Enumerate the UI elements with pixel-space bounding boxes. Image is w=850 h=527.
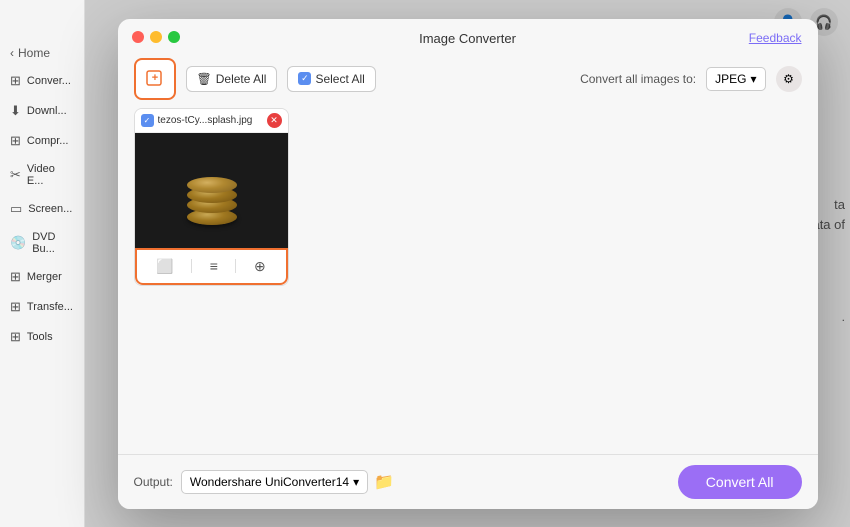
open-folder-button[interactable]: 📁 xyxy=(374,472,394,492)
sidebar-label: DVD Bu... xyxy=(32,231,74,255)
content-area: ✓ tezos-tCy...splash.jpg ✕ xyxy=(118,108,818,454)
sidebar-label: Conver... xyxy=(27,75,71,87)
tool-divider-1 xyxy=(191,259,192,273)
sidebar-item-merger[interactable]: ⊞ Merger xyxy=(0,262,84,292)
tool-divider-2 xyxy=(235,259,236,273)
sidebar-item-video-edit[interactable]: ✂ Video E... xyxy=(0,156,84,194)
main-area: tandata of . 👤 🎧 Image Converter Feedbac… xyxy=(85,0,850,527)
chevron-down-icon: ▾ xyxy=(750,72,756,86)
scissors-icon: ✂ xyxy=(10,167,21,183)
image-tools: ⬜ ≡ ⊕ xyxy=(135,248,288,285)
download-icon: ⬇ xyxy=(10,103,21,119)
feedback-link[interactable]: Feedback xyxy=(749,31,802,45)
toolbar: + 🗑 Delete All ✓ Select All Convert all … xyxy=(118,54,818,108)
sidebar-home-label: Home xyxy=(18,46,50,60)
sidebar-item-transfer[interactable]: ⊞ Transfe... xyxy=(0,292,84,322)
output-path-value: Wondershare UniConverter14 xyxy=(190,475,349,489)
select-all-checkbox: ✓ xyxy=(298,72,311,85)
transfer-icon: ⊞ xyxy=(10,299,21,315)
sidebar-item-converter[interactable]: ⊞ Conver... xyxy=(0,66,84,96)
settings-icon: ⚙ xyxy=(783,72,794,86)
convert-all-button[interactable]: Convert All xyxy=(678,465,802,499)
coin-stack-image xyxy=(185,155,240,225)
sidebar-label: Compr... xyxy=(27,135,69,147)
image-checkbox[interactable]: ✓ xyxy=(141,114,154,127)
sidebar-label: Tools xyxy=(27,331,53,343)
trash-icon: 🗑 xyxy=(197,72,212,86)
output-label: Output: xyxy=(134,475,173,489)
remove-image-button[interactable]: ✕ xyxy=(267,113,282,128)
sidebar-item-download[interactable]: ⬇ Downl... xyxy=(0,96,84,126)
select-all-button[interactable]: ✓ Select All xyxy=(287,66,375,92)
close-button[interactable] xyxy=(132,31,144,43)
title-bar: Image Converter Feedback xyxy=(118,19,818,54)
select-all-label: Select All xyxy=(315,72,364,86)
converter-icon: ⊞ xyxy=(10,73,21,89)
sidebar-item-dvd[interactable]: 💿 DVD Bu... xyxy=(0,224,84,262)
convert-to-label: Convert all images to: xyxy=(580,72,696,86)
sidebar-label: Merger xyxy=(27,271,62,283)
image-card-header: ✓ tezos-tCy...splash.jpg ✕ xyxy=(135,109,288,133)
modal-title: Image Converter xyxy=(419,31,516,46)
delete-all-label: Delete All xyxy=(216,72,267,86)
zoom-tool-icon[interactable]: ⊕ xyxy=(248,256,272,277)
delete-all-button[interactable]: 🗑 Delete All xyxy=(186,66,278,92)
sidebar-label: Screen... xyxy=(28,203,72,215)
svg-text:+: + xyxy=(151,72,157,84)
sidebar-item-screen[interactable]: ▭ Screen... xyxy=(0,194,84,224)
compress-icon: ⊞ xyxy=(10,133,21,149)
sidebar-label: Downl... xyxy=(27,105,67,117)
sidebar: ‹ Home ⊞ Conver... ⬇ Downl... ⊞ Compr...… xyxy=(0,0,85,527)
format-dropdown[interactable]: JPEG ▾ xyxy=(706,67,765,91)
dvd-icon: 💿 xyxy=(10,235,26,251)
tools-icon: ⊞ xyxy=(10,329,21,345)
chevron-down-icon: ▾ xyxy=(353,475,359,489)
crop-tool-icon[interactable]: ⬜ xyxy=(150,256,179,277)
minimize-button[interactable] xyxy=(150,31,162,43)
image-preview xyxy=(135,133,289,248)
image-converter-modal: Image Converter Feedback + 🗑 Delete All … xyxy=(118,19,818,509)
bottom-bar: Output: Wondershare UniConverter14 ▾ 📁 C… xyxy=(118,454,818,509)
merger-icon: ⊞ xyxy=(10,269,21,285)
modal-overlay: Image Converter Feedback + 🗑 Delete All … xyxy=(85,0,850,527)
maximize-button[interactable] xyxy=(168,31,180,43)
format-value: JPEG xyxy=(715,72,746,86)
chevron-left-icon: ‹ xyxy=(10,46,14,60)
list-tool-icon[interactable]: ≡ xyxy=(204,256,224,276)
coin-4 xyxy=(187,177,237,193)
image-filename: tezos-tCy...splash.jpg xyxy=(158,115,263,126)
sidebar-label: Video E... xyxy=(27,163,74,187)
output-path-dropdown[interactable]: Wondershare UniConverter14 ▾ xyxy=(181,470,368,494)
sidebar-item-compress[interactable]: ⊞ Compr... xyxy=(0,126,84,156)
image-card: ✓ tezos-tCy...splash.jpg ✕ xyxy=(134,108,289,286)
sidebar-label: Transfe... xyxy=(27,301,73,313)
screen-icon: ▭ xyxy=(10,201,22,217)
sidebar-item-tools[interactable]: ⊞ Tools xyxy=(0,322,84,352)
traffic-lights xyxy=(132,31,180,43)
sidebar-home[interactable]: ‹ Home xyxy=(0,40,84,66)
format-settings-button[interactable]: ⚙ xyxy=(776,66,802,92)
add-image-button[interactable]: + xyxy=(134,58,176,100)
